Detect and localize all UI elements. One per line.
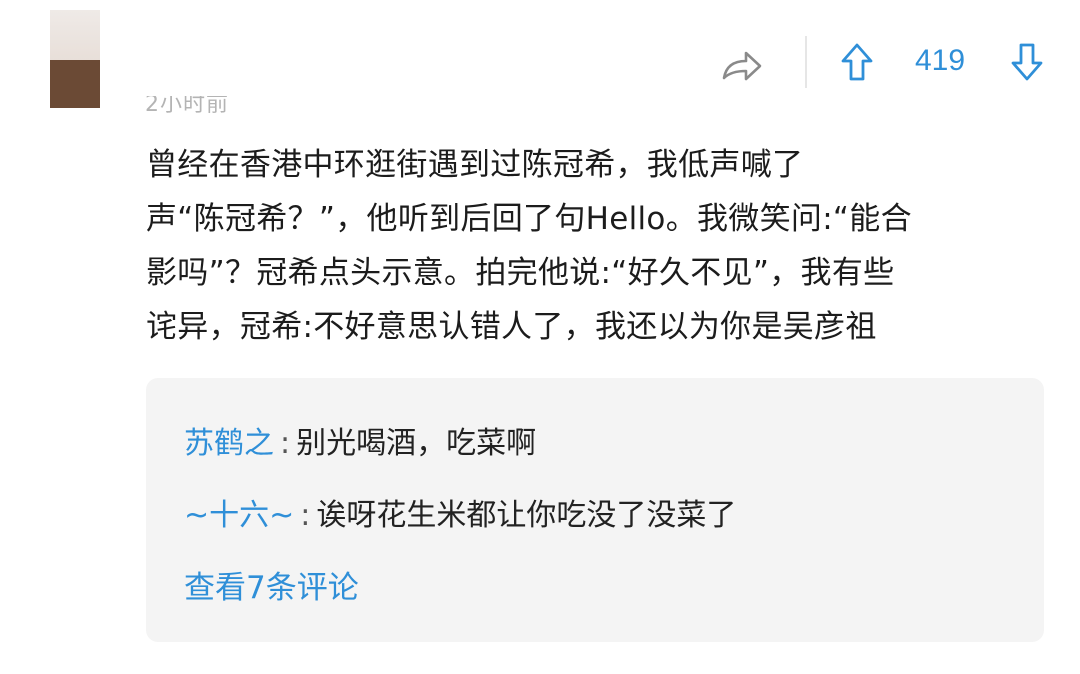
comment-text: 曾经在香港中环逛街遇到过陈冠希，我低声喊了 声“陈冠希？”，他听到后回了句Hel… [146, 147, 912, 345]
downvote-button[interactable] [1010, 42, 1044, 82]
avatar-image-bottom [50, 60, 100, 108]
reply-author[interactable]: ~十六~ [184, 498, 294, 533]
reply-text: 别光喝酒，吃菜啊 [296, 426, 537, 461]
share-arrow-icon [722, 51, 762, 81]
avatar-image-top [50, 10, 100, 60]
reply-item[interactable]: 苏鹤之: 别光喝酒，吃菜啊 [184, 418, 536, 462]
comment-card: 2小时前 419 曾经在香港中环逛街遇到过陈冠希，我低声喊了 声“陈冠希？”，他… [0, 0, 1080, 674]
vote-count: 419 [915, 44, 966, 77]
reply-text: 诶呀花生米都让你吃没了没菜了 [316, 498, 737, 533]
reply-author[interactable]: 苏鹤之 [184, 426, 274, 461]
replies-preview[interactable]: 苏鹤之: 别光喝酒，吃菜啊 ~十六~: 诶呀花生米都让你吃没了没菜了 查看7条评论 [146, 378, 1044, 642]
action-divider [805, 36, 807, 88]
view-more-replies-link[interactable]: 查看7条评论 [184, 562, 359, 607]
comment-timestamp: 2小时前 [145, 92, 229, 117]
reply-separator: : [280, 426, 291, 461]
reply-item[interactable]: ~十六~: 诶呀花生米都让你吃没了没菜了 [184, 490, 736, 534]
arrow-up-icon [841, 43, 873, 81]
share-button[interactable] [720, 48, 764, 84]
arrow-down-icon [1011, 43, 1043, 81]
comment-actions: 419 [712, 36, 1072, 88]
avatar[interactable] [50, 10, 100, 108]
upvote-button[interactable] [840, 42, 874, 82]
reply-separator: : [300, 498, 311, 533]
